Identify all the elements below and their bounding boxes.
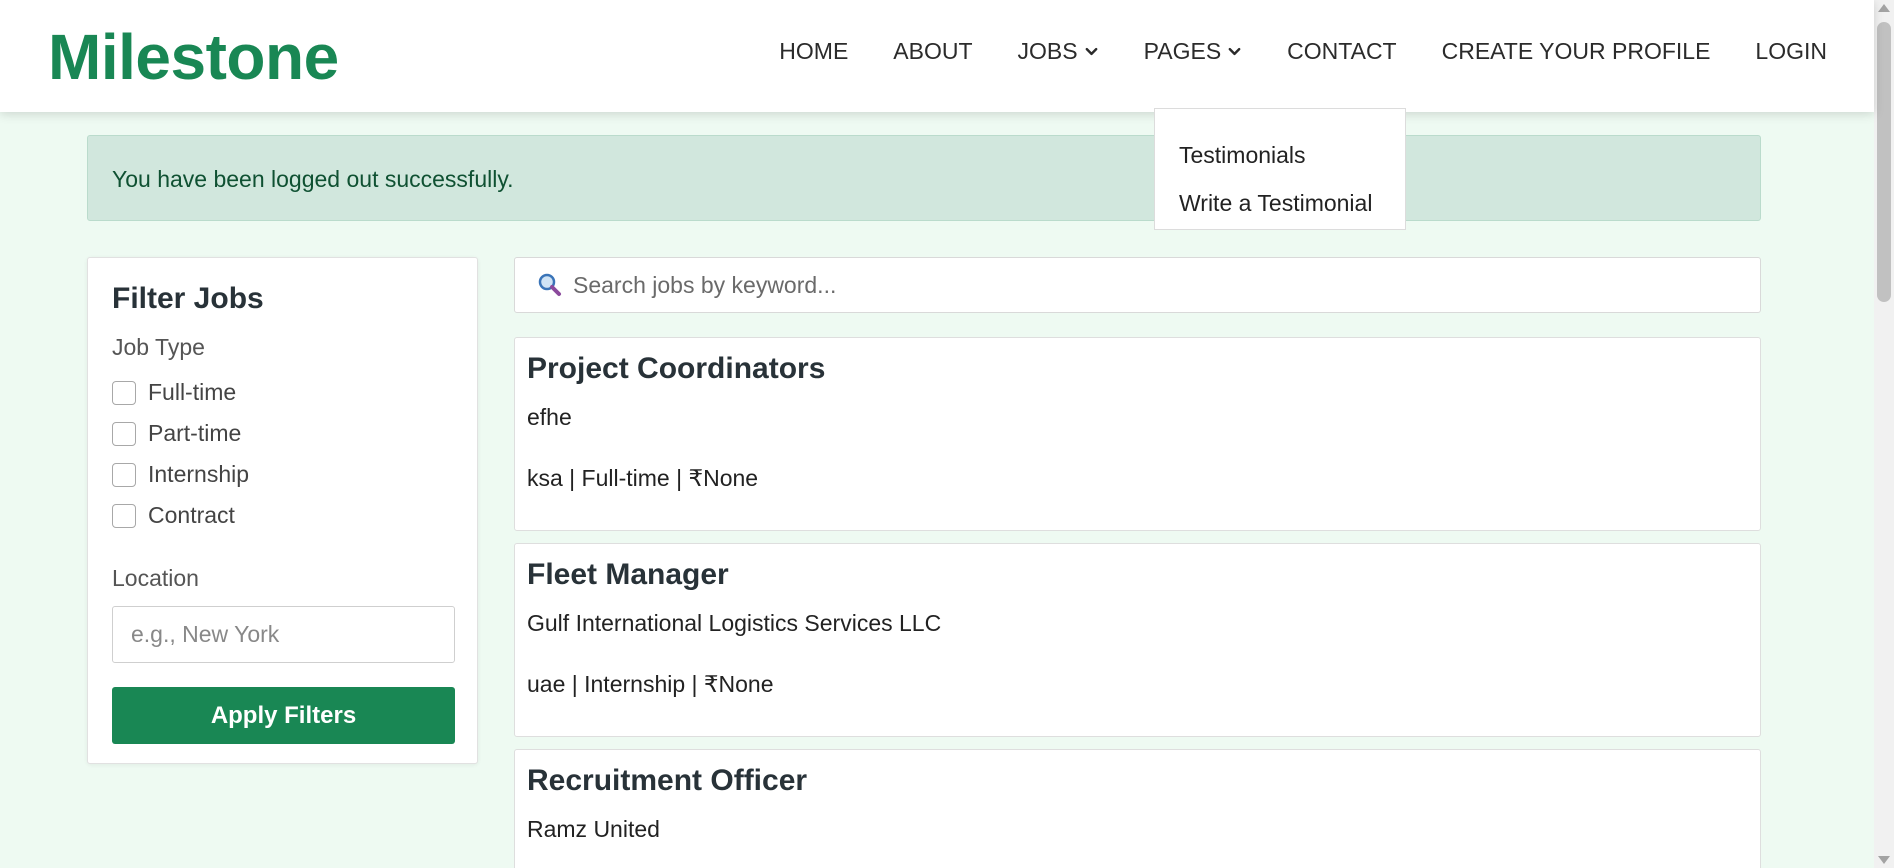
nav-jobs[interactable]: JOBS [1018, 38, 1099, 65]
apply-filters-button[interactable]: Apply Filters [112, 687, 455, 744]
job-type-option-contract[interactable]: Contract [112, 496, 453, 535]
nav-home-label: HOME [779, 38, 849, 64]
nav-about-label: ABOUT [893, 38, 973, 64]
dropdown-item-testimonials[interactable]: Testimonials [1155, 131, 1405, 179]
nav-contact-label: CONTACT [1287, 38, 1397, 64]
nav-create-profile-label: CREATE YOUR PROFILE [1441, 38, 1711, 64]
job-company: efhe [527, 404, 572, 430]
logout-success-alert: You have been logged out successfully. [87, 135, 1761, 221]
job-search-bar [514, 257, 1761, 313]
job-company: Gulf International Logistics Services LL… [527, 610, 942, 636]
filter-panel: Filter Jobs Job Type Full-time Part-time… [87, 257, 478, 764]
chevron-down-icon [1085, 47, 1098, 56]
checkbox[interactable] [112, 380, 136, 405]
dropdown-item-write-testimonial[interactable]: Write a Testimonial [1155, 179, 1405, 227]
scroll-up-arrow-icon[interactable] [1878, 4, 1890, 12]
search-input[interactable] [573, 271, 1723, 299]
checkbox[interactable] [112, 462, 136, 487]
site-header: Milestone HOME ABOUT JOBS PAGES CONTACT … [0, 0, 1874, 112]
nav-pages-label: PAGES [1143, 38, 1222, 64]
pages-dropdown-menu: Testimonials Write a Testimonial [1154, 108, 1406, 230]
job-meta: uae | Internship | ₹None [527, 671, 774, 697]
nav-home[interactable]: HOME [779, 38, 848, 65]
scroll-down-arrow-icon[interactable] [1878, 856, 1890, 864]
checkbox[interactable] [112, 503, 136, 528]
nav-pages[interactable]: PAGES [1144, 38, 1243, 65]
nav-login-label: LOGIN [1755, 38, 1827, 64]
nav-jobs-label: JOBS [1017, 38, 1078, 64]
job-card[interactable]: Fleet Manager Gulf International Logisti… [514, 543, 1761, 737]
search-icon [538, 273, 561, 296]
job-card[interactable]: Project Coordinators efhe ksa | Full-tim… [514, 337, 1761, 531]
filter-title: Filter Jobs [112, 282, 264, 315]
brand-logo[interactable]: Milestone [48, 20, 339, 94]
nav-contact[interactable]: CONTACT [1287, 38, 1396, 65]
job-card[interactable]: Recruitment Officer Ramz United [514, 749, 1761, 868]
job-type-label-contract: Contract [148, 502, 235, 528]
job-company: Ramz United [527, 816, 660, 842]
job-meta: ksa | Full-time | ₹None [527, 465, 759, 491]
main-nav: HOME ABOUT JOBS PAGES CONTACT CREATE YOU… [779, 38, 1827, 65]
location-label: Location [112, 565, 199, 591]
job-type-label-part-time: Part-time [148, 420, 242, 446]
checkbox[interactable] [112, 421, 136, 446]
nav-about[interactable]: ABOUT [893, 38, 972, 65]
job-type-label-internship: Internship [148, 461, 250, 487]
job-type-option-part-time[interactable]: Part-time [112, 414, 453, 453]
job-title[interactable]: Recruitment Officer [527, 764, 1748, 798]
job-type-label: Job Type [112, 334, 205, 360]
job-title[interactable]: Fleet Manager [527, 558, 1748, 592]
page-scrollbar[interactable] [1874, 0, 1894, 868]
nav-create-profile[interactable]: CREATE YOUR PROFILE [1442, 38, 1711, 65]
job-type-option-internship[interactable]: Internship [112, 455, 453, 494]
job-title[interactable]: Project Coordinators [527, 352, 1748, 386]
scrollbar-thumb[interactable] [1877, 22, 1891, 302]
job-type-label-full-time: Full-time [148, 379, 237, 405]
nav-login[interactable]: LOGIN [1755, 38, 1827, 65]
chevron-down-icon [1228, 47, 1241, 56]
location-input[interactable] [112, 606, 455, 663]
job-type-option-full-time[interactable]: Full-time [112, 373, 453, 412]
